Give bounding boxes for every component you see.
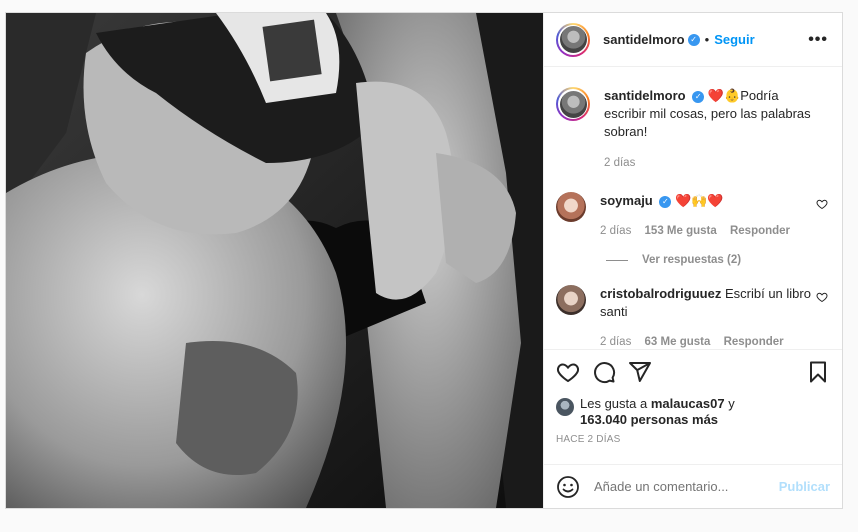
comment-row: cristobalrodriguuez Escribí un libro san… bbox=[556, 285, 828, 351]
reply-button[interactable]: Responder bbox=[730, 225, 790, 237]
likes-summary: Les gusta a malaucas07 y 163.040 persona… bbox=[556, 396, 830, 428]
share-icon[interactable] bbox=[628, 360, 652, 384]
liker-avatar[interactable] bbox=[556, 398, 574, 416]
comment-username[interactable]: soymaju bbox=[600, 193, 653, 208]
likes-prefix: Les gusta a bbox=[580, 396, 648, 411]
view-replies-line bbox=[606, 259, 628, 261]
comment-meta: 2 días 153 Me gusta Responder bbox=[600, 222, 811, 240]
comment-row: soymaju ✓ ❤️🙌❤️ 2 días 153 Me gusta Resp… bbox=[556, 192, 828, 240]
comment-text: ❤️🙌❤️ bbox=[675, 193, 724, 208]
bookmark-icon[interactable] bbox=[806, 360, 830, 384]
comment-likes[interactable]: 63 Me gusta bbox=[645, 336, 711, 348]
caption-avatar-photo bbox=[559, 90, 587, 118]
author-avatar-photo bbox=[559, 26, 587, 53]
post-side-panel: santidelmoro ✓ • Seguir ••• santidelmoro… bbox=[543, 13, 842, 508]
heart-icon[interactable] bbox=[556, 360, 580, 384]
comment-username[interactable]: cristobalrodriguuez bbox=[600, 286, 721, 301]
author-username[interactable]: santidelmoro bbox=[603, 32, 685, 47]
emoji-icon[interactable] bbox=[556, 475, 580, 499]
comment-input[interactable] bbox=[594, 479, 779, 494]
verified-badge-icon: ✓ bbox=[687, 33, 700, 46]
post-photo-illustration bbox=[6, 13, 543, 508]
separator-dot: • bbox=[704, 32, 710, 47]
author-avatar[interactable] bbox=[556, 22, 590, 57]
commenter-avatar[interactable] bbox=[556, 192, 586, 222]
verified-badge-icon: ✓ bbox=[659, 195, 672, 208]
caption-text-block: santidelmoro ✓ ❤️👶Podría escribir mil co… bbox=[590, 87, 815, 172]
comment-likes[interactable]: 153 Me gusta bbox=[645, 225, 717, 237]
more-icon[interactable]: ••• bbox=[808, 31, 828, 49]
verified-badge-icon: ✓ bbox=[692, 90, 705, 103]
likes-text: Les gusta a malaucas07 y 163.040 persona… bbox=[580, 396, 735, 428]
comment-time: 2 días bbox=[600, 225, 632, 237]
likes-connector: y bbox=[728, 396, 735, 411]
heart-icon[interactable] bbox=[816, 291, 828, 303]
caption-avatar[interactable] bbox=[556, 87, 590, 121]
post-header: santidelmoro ✓ • Seguir ••• bbox=[544, 13, 842, 67]
heart-icon[interactable] bbox=[816, 198, 828, 210]
comments-list[interactable]: santidelmoro ✓ ❤️👶Podría escribir mil co… bbox=[544, 68, 842, 348]
caption-row: santidelmoro ✓ ❤️👶Podría escribir mil co… bbox=[556, 87, 828, 172]
reply-button[interactable]: Responder bbox=[724, 336, 784, 348]
publish-button[interactable]: Publicar bbox=[779, 479, 830, 494]
instagram-post-card: santidelmoro ✓ • Seguir ••• santidelmoro… bbox=[5, 12, 843, 509]
post-photo[interactable] bbox=[6, 13, 543, 508]
caption-emoji: ❤️👶 bbox=[707, 88, 741, 103]
action-bar bbox=[544, 349, 842, 399]
view-replies-button[interactable]: Ver respuestas (2) bbox=[606, 254, 828, 266]
likes-others[interactable]: 163.040 personas más bbox=[580, 412, 718, 427]
liker-username[interactable]: malaucas07 bbox=[651, 396, 725, 411]
view-replies-label: Ver respuestas (2) bbox=[642, 254, 742, 266]
follow-button[interactable]: Seguir bbox=[714, 32, 754, 47]
author-avatar-inner bbox=[558, 24, 588, 55]
add-comment-bar: Publicar bbox=[544, 464, 842, 508]
comment-text-block: soymaju ✓ ❤️🙌❤️ 2 días 153 Me gusta Resp… bbox=[586, 192, 811, 240]
caption-avatar-inner bbox=[558, 89, 588, 119]
post-timestamp[interactable]: HACE 2 DÍAS bbox=[556, 434, 620, 445]
comment-text-block: cristobalrodriguuez Escribí un libro san… bbox=[586, 285, 811, 351]
comment-icon[interactable] bbox=[592, 360, 616, 384]
caption-username[interactable]: santidelmoro bbox=[604, 88, 686, 103]
comment-time: 2 días bbox=[600, 336, 632, 348]
commenter-avatar[interactable] bbox=[556, 285, 586, 315]
caption-time: 2 días bbox=[604, 157, 636, 169]
